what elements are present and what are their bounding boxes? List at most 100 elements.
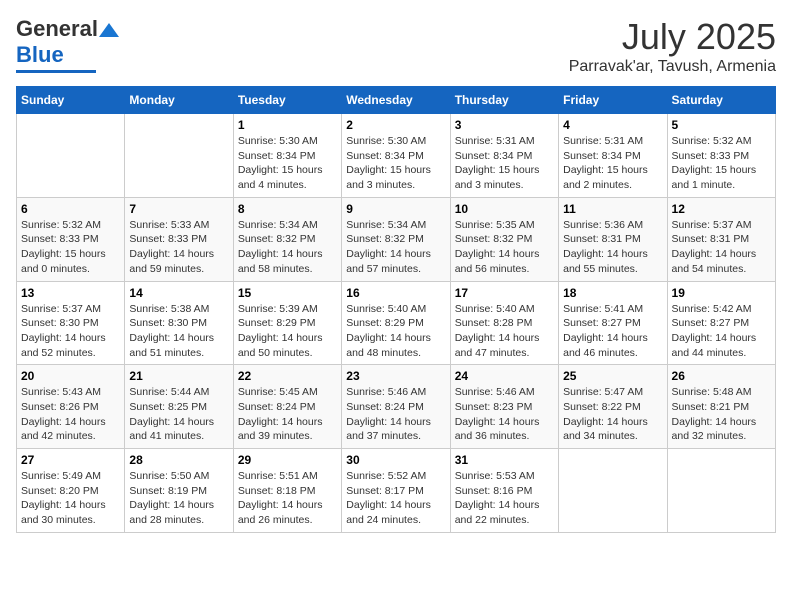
- day-info: Sunrise: 5:48 AMSunset: 8:21 PMDaylight:…: [672, 385, 771, 444]
- cell-0-0: [17, 114, 125, 198]
- logo: General Blue: [16, 16, 120, 73]
- day-number: 19: [672, 286, 771, 300]
- week-row-3: 13 Sunrise: 5:37 AMSunset: 8:30 PMDayligh…: [17, 281, 776, 365]
- day-info: Sunrise: 5:49 AMSunset: 8:20 PMDaylight:…: [21, 469, 120, 528]
- cell-4-6: [667, 449, 775, 533]
- cell-1-4: 10 Sunrise: 5:35 AMSunset: 8:32 PMDayligh…: [450, 197, 558, 281]
- day-info: Sunrise: 5:30 AMSunset: 8:34 PMDaylight:…: [238, 134, 337, 193]
- day-info: Sunrise: 5:52 AMSunset: 8:17 PMDaylight:…: [346, 469, 445, 528]
- cell-1-2: 8 Sunrise: 5:34 AMSunset: 8:32 PMDaylight…: [233, 197, 341, 281]
- page-header: General Blue July 2025 Parravak'ar, Tavu…: [16, 16, 776, 76]
- day-number: 21: [129, 369, 228, 383]
- week-row-4: 20 Sunrise: 5:43 AMSunset: 8:26 PMDayligh…: [17, 365, 776, 449]
- day-info: Sunrise: 5:41 AMSunset: 8:27 PMDaylight:…: [563, 302, 662, 361]
- cell-3-0: 20 Sunrise: 5:43 AMSunset: 8:26 PMDayligh…: [17, 365, 125, 449]
- day-number: 10: [455, 202, 554, 216]
- cell-1-5: 11 Sunrise: 5:36 AMSunset: 8:31 PMDayligh…: [559, 197, 667, 281]
- cell-0-6: 5Sunrise: 5:32 AMSunset: 8:33 PMDaylight…: [667, 114, 775, 198]
- day-number: 15: [238, 286, 337, 300]
- day-number: 24: [455, 369, 554, 383]
- day-info: Sunrise: 5:47 AMSunset: 8:22 PMDaylight:…: [563, 385, 662, 444]
- cell-0-5: 4Sunrise: 5:31 AMSunset: 8:34 PMDaylight…: [559, 114, 667, 198]
- day-info: Sunrise: 5:50 AMSunset: 8:19 PMDaylight:…: [129, 469, 228, 528]
- cell-4-3: 30 Sunrise: 5:52 AMSunset: 8:17 PMDayligh…: [342, 449, 450, 533]
- day-number: 17: [455, 286, 554, 300]
- week-row-2: 6Sunrise: 5:32 AMSunset: 8:33 PMDaylight…: [17, 197, 776, 281]
- day-info: Sunrise: 5:34 AMSunset: 8:32 PMDaylight:…: [346, 218, 445, 277]
- day-info: Sunrise: 5:30 AMSunset: 8:34 PMDaylight:…: [346, 134, 445, 193]
- header-row: Sunday Monday Tuesday Wednesday Thursday…: [17, 87, 776, 114]
- cell-1-6: 12 Sunrise: 5:37 AMSunset: 8:31 PMDayligh…: [667, 197, 775, 281]
- day-info: Sunrise: 5:43 AMSunset: 8:26 PMDaylight:…: [21, 385, 120, 444]
- day-number: 25: [563, 369, 662, 383]
- cell-4-0: 27 Sunrise: 5:49 AMSunset: 8:20 PMDayligh…: [17, 449, 125, 533]
- day-info: Sunrise: 5:39 AMSunset: 8:29 PMDaylight:…: [238, 302, 337, 361]
- header-saturday: Saturday: [667, 87, 775, 114]
- day-info: Sunrise: 5:34 AMSunset: 8:32 PMDaylight:…: [238, 218, 337, 277]
- cell-2-0: 13 Sunrise: 5:37 AMSunset: 8:30 PMDayligh…: [17, 281, 125, 365]
- cell-0-1: [125, 114, 233, 198]
- cell-2-6: 19 Sunrise: 5:42 AMSunset: 8:27 PMDayligh…: [667, 281, 775, 365]
- header-wednesday: Wednesday: [342, 87, 450, 114]
- cell-4-1: 28 Sunrise: 5:50 AMSunset: 8:19 PMDayligh…: [125, 449, 233, 533]
- day-info: Sunrise: 5:46 AMSunset: 8:23 PMDaylight:…: [455, 385, 554, 444]
- cell-4-4: 31 Sunrise: 5:53 AMSunset: 8:16 PMDayligh…: [450, 449, 558, 533]
- day-info: Sunrise: 5:35 AMSunset: 8:32 PMDaylight:…: [455, 218, 554, 277]
- week-row-5: 27 Sunrise: 5:49 AMSunset: 8:20 PMDayligh…: [17, 449, 776, 533]
- logo-blue-text: Blue: [16, 42, 64, 67]
- day-info: Sunrise: 5:33 AMSunset: 8:33 PMDaylight:…: [129, 218, 228, 277]
- cell-4-2: 29 Sunrise: 5:51 AMSunset: 8:18 PMDayligh…: [233, 449, 341, 533]
- cell-3-4: 24 Sunrise: 5:46 AMSunset: 8:23 PMDayligh…: [450, 365, 558, 449]
- day-number: 31: [455, 453, 554, 467]
- location-title: Parravak'ar, Tavush, Armenia: [569, 58, 776, 76]
- day-number: 28: [129, 453, 228, 467]
- day-info: Sunrise: 5:45 AMSunset: 8:24 PMDaylight:…: [238, 385, 337, 444]
- day-number: 20: [21, 369, 120, 383]
- day-info: Sunrise: 5:51 AMSunset: 8:18 PMDaylight:…: [238, 469, 337, 528]
- day-info: Sunrise: 5:36 AMSunset: 8:31 PMDaylight:…: [563, 218, 662, 277]
- day-number: 30: [346, 453, 445, 467]
- logo-underline: [16, 70, 96, 73]
- cell-3-5: 25 Sunrise: 5:47 AMSunset: 8:22 PMDayligh…: [559, 365, 667, 449]
- day-info: Sunrise: 5:46 AMSunset: 8:24 PMDaylight:…: [346, 385, 445, 444]
- title-block: July 2025 Parravak'ar, Tavush, Armenia: [569, 16, 776, 76]
- cell-0-4: 3Sunrise: 5:31 AMSunset: 8:34 PMDaylight…: [450, 114, 558, 198]
- cell-3-1: 21 Sunrise: 5:44 AMSunset: 8:25 PMDayligh…: [125, 365, 233, 449]
- header-friday: Friday: [559, 87, 667, 114]
- day-number: 8: [238, 202, 337, 216]
- header-sunday: Sunday: [17, 87, 125, 114]
- day-info: Sunrise: 5:40 AMSunset: 8:29 PMDaylight:…: [346, 302, 445, 361]
- day-info: Sunrise: 5:44 AMSunset: 8:25 PMDaylight:…: [129, 385, 228, 444]
- day-number: 23: [346, 369, 445, 383]
- cell-0-2: 1 Sunrise: 5:30 AMSunset: 8:34 PMDaylight…: [233, 114, 341, 198]
- day-number: 1: [238, 118, 337, 132]
- day-number: 2: [346, 118, 445, 132]
- day-info: Sunrise: 5:42 AMSunset: 8:27 PMDaylight:…: [672, 302, 771, 361]
- day-number: 27: [21, 453, 120, 467]
- day-number: 9: [346, 202, 445, 216]
- day-number: 4: [563, 118, 662, 132]
- day-info: Sunrise: 5:38 AMSunset: 8:30 PMDaylight:…: [129, 302, 228, 361]
- cell-2-2: 15 Sunrise: 5:39 AMSunset: 8:29 PMDayligh…: [233, 281, 341, 365]
- day-info: Sunrise: 5:40 AMSunset: 8:28 PMDaylight:…: [455, 302, 554, 361]
- cell-2-4: 17 Sunrise: 5:40 AMSunset: 8:28 PMDayligh…: [450, 281, 558, 365]
- day-number: 29: [238, 453, 337, 467]
- day-info: Sunrise: 5:32 AMSunset: 8:33 PMDaylight:…: [672, 134, 771, 193]
- logo-text: General: [16, 16, 120, 42]
- week-row-1: 1 Sunrise: 5:30 AMSunset: 8:34 PMDaylight…: [17, 114, 776, 198]
- day-number: 14: [129, 286, 228, 300]
- cell-1-1: 7Sunrise: 5:33 AMSunset: 8:33 PMDaylight…: [125, 197, 233, 281]
- day-number: 12: [672, 202, 771, 216]
- day-number: 11: [563, 202, 662, 216]
- cell-2-3: 16Sunrise: 5:40 AMSunset: 8:29 PMDayligh…: [342, 281, 450, 365]
- cell-0-3: 2 Sunrise: 5:30 AMSunset: 8:34 PMDaylight…: [342, 114, 450, 198]
- day-info: Sunrise: 5:37 AMSunset: 8:31 PMDaylight:…: [672, 218, 771, 277]
- day-info: Sunrise: 5:53 AMSunset: 8:16 PMDaylight:…: [455, 469, 554, 528]
- day-info: Sunrise: 5:37 AMSunset: 8:30 PMDaylight:…: [21, 302, 120, 361]
- cell-1-0: 6Sunrise: 5:32 AMSunset: 8:33 PMDaylight…: [17, 197, 125, 281]
- header-thursday: Thursday: [450, 87, 558, 114]
- cell-2-5: 18Sunrise: 5:41 AMSunset: 8:27 PMDayligh…: [559, 281, 667, 365]
- cell-4-5: [559, 449, 667, 533]
- day-number: 3: [455, 118, 554, 132]
- day-number: 13: [21, 286, 120, 300]
